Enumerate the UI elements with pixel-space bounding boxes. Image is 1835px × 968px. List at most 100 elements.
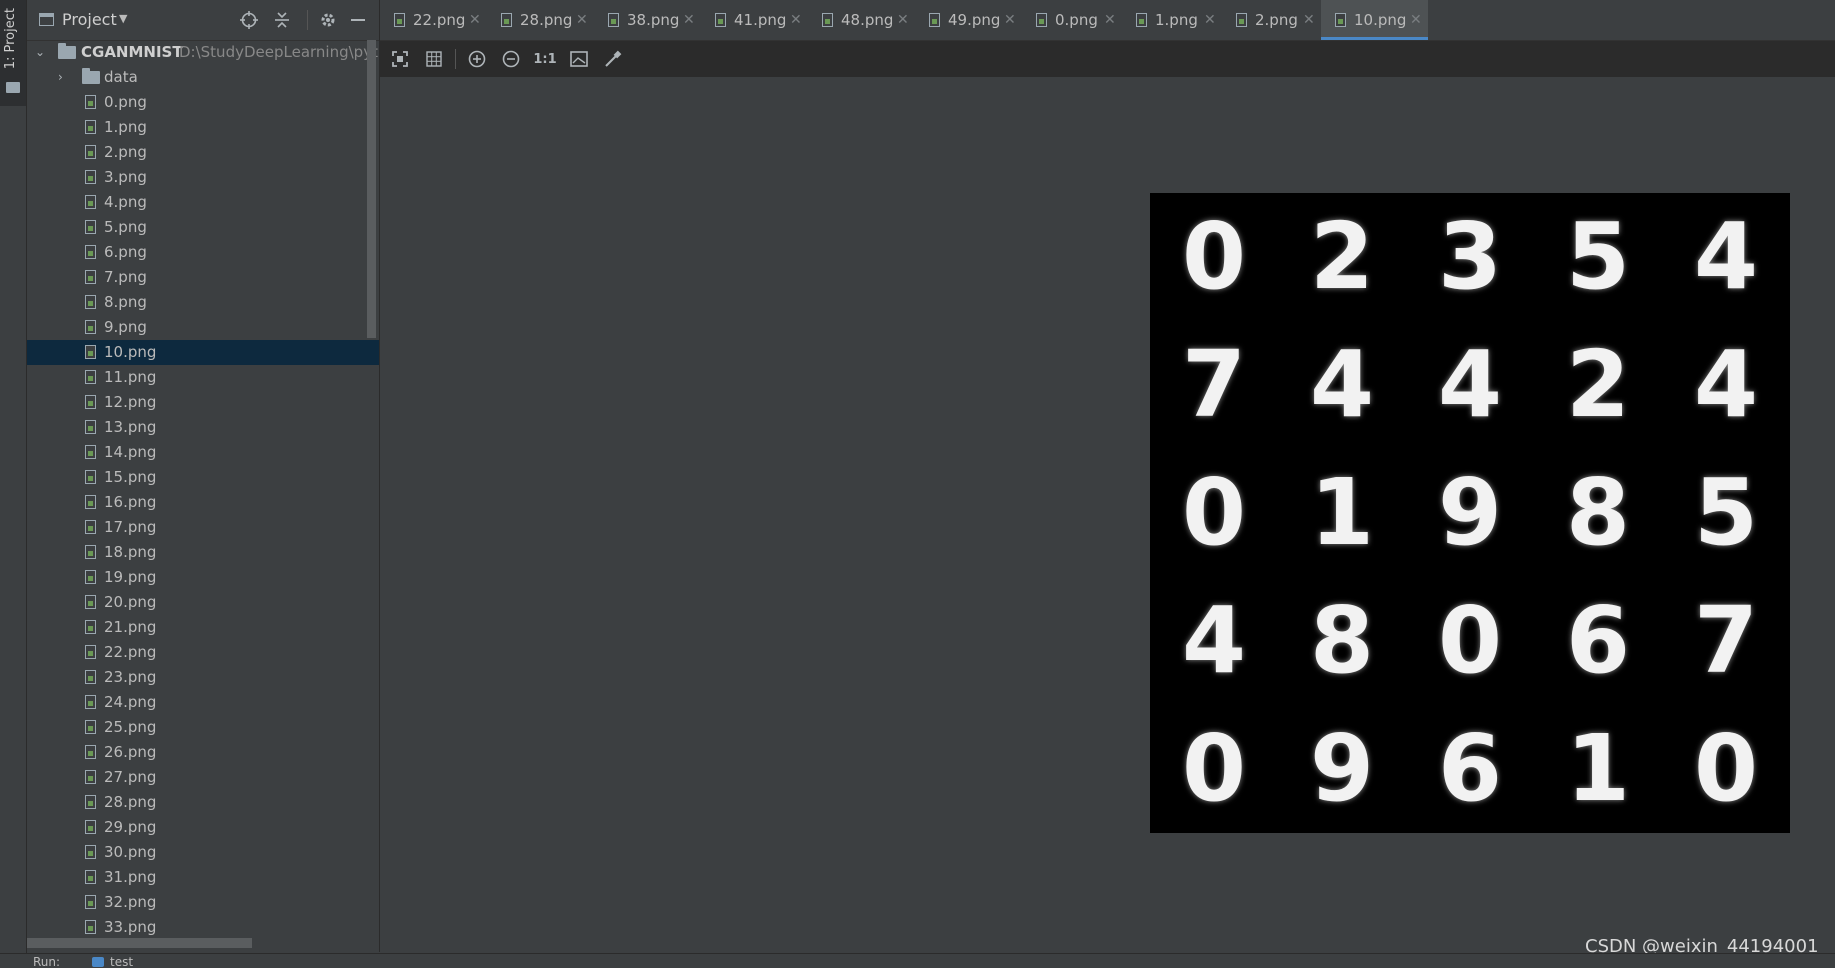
digit-cell: 0 bbox=[1150, 193, 1278, 321]
chevron-right-icon[interactable]: › bbox=[58, 65, 63, 90]
tree-file-row[interactable]: 31.png bbox=[27, 865, 379, 890]
editor-tab[interactable]: 48.png ✕ bbox=[808, 0, 915, 40]
editor-tab[interactable]: 38.png ✕ bbox=[594, 0, 701, 40]
tree-file-row[interactable]: 6.png bbox=[27, 240, 379, 265]
file-name: 1.png bbox=[104, 118, 147, 136]
editor-tab[interactable]: 2.png ✕ bbox=[1222, 0, 1321, 40]
file-name: 21.png bbox=[104, 618, 157, 636]
tree-file-row[interactable]: 26.png bbox=[27, 740, 379, 765]
tree-folder-row[interactable]: › data bbox=[27, 65, 379, 90]
tree-file-row[interactable]: 25.png bbox=[27, 715, 379, 740]
png-file-icon bbox=[85, 220, 96, 234]
horizontal-scrollbar[interactable] bbox=[27, 938, 252, 948]
tree-file-row[interactable]: 13.png bbox=[27, 415, 379, 440]
color-picker-icon[interactable] bbox=[600, 46, 626, 72]
close-icon[interactable]: ✕ bbox=[1410, 0, 1422, 40]
fit-zoom-icon[interactable] bbox=[387, 46, 413, 72]
tree-file-row[interactable]: 5.png bbox=[27, 215, 379, 240]
editor-tab[interactable]: 10.png ✕ bbox=[1321, 0, 1428, 40]
tree-file-row[interactable]: 14.png bbox=[27, 440, 379, 465]
close-icon[interactable]: ✕ bbox=[1204, 0, 1216, 40]
tree-file-row[interactable]: 2.png bbox=[27, 140, 379, 165]
locate-file-icon[interactable] bbox=[238, 9, 260, 31]
tree-file-row[interactable]: 10.png bbox=[27, 340, 379, 365]
png-file-icon bbox=[85, 870, 96, 884]
png-file-icon bbox=[85, 520, 96, 534]
tree-file-row[interactable]: 17.png bbox=[27, 515, 379, 540]
tree-file-row[interactable]: 24.png bbox=[27, 690, 379, 715]
header-divider bbox=[307, 10, 308, 30]
file-name: 14.png bbox=[104, 443, 157, 461]
tree-file-row[interactable]: 0.png bbox=[27, 90, 379, 115]
tree-file-row[interactable]: 21.png bbox=[27, 615, 379, 640]
png-file-icon bbox=[85, 620, 96, 634]
editor-tab[interactable]: 22.png ✕ bbox=[380, 0, 487, 40]
tree-file-row[interactable]: 1.png bbox=[27, 115, 379, 140]
collapse-all-icon[interactable] bbox=[271, 9, 293, 31]
tree-root-row[interactable]: ⌄ CGANMNIST D:\StudyDeepLearning\pytho bbox=[27, 40, 379, 65]
tree-file-row[interactable]: 28.png bbox=[27, 790, 379, 815]
editor-tab[interactable]: 1.png ✕ bbox=[1122, 0, 1222, 40]
editor-tab[interactable]: 41.png ✕ bbox=[701, 0, 808, 40]
digit-glyph: 4 bbox=[1693, 203, 1758, 310]
tree-file-row[interactable]: 19.png bbox=[27, 565, 379, 590]
file-name: 24.png bbox=[104, 693, 157, 711]
tree-file-row[interactable]: 32.png bbox=[27, 890, 379, 915]
close-icon[interactable]: ✕ bbox=[576, 0, 588, 40]
tree-file-row[interactable]: 23.png bbox=[27, 665, 379, 690]
png-file-icon bbox=[85, 320, 96, 334]
gear-icon[interactable] bbox=[317, 9, 339, 31]
close-icon[interactable]: ✕ bbox=[897, 0, 909, 40]
grid-icon[interactable] bbox=[421, 46, 447, 72]
background-icon[interactable] bbox=[566, 46, 592, 72]
tree-file-row[interactable]: 27.png bbox=[27, 765, 379, 790]
run-config-tab[interactable]: test bbox=[110, 955, 133, 968]
editor-tab[interactable]: 28.png ✕ bbox=[487, 0, 594, 40]
tree-file-row[interactable]: 12.png bbox=[27, 390, 379, 415]
vertical-scrollbar[interactable] bbox=[367, 40, 376, 338]
tree-file-row[interactable]: 15.png bbox=[27, 465, 379, 490]
tree-file-row[interactable]: 29.png bbox=[27, 815, 379, 840]
chevron-down-icon[interactable]: ▼ bbox=[119, 12, 127, 25]
digit-glyph: 2 bbox=[1565, 331, 1630, 438]
tree-file-row[interactable]: 20.png bbox=[27, 590, 379, 615]
tree-file-row[interactable]: 18.png bbox=[27, 540, 379, 565]
project-view-selector[interactable]: Project bbox=[62, 10, 117, 29]
digit-glyph: 4 bbox=[1437, 331, 1502, 438]
tree-file-row[interactable]: 9.png bbox=[27, 315, 379, 340]
close-icon[interactable]: ✕ bbox=[469, 0, 481, 40]
close-icon[interactable]: ✕ bbox=[683, 0, 695, 40]
close-icon[interactable]: ✕ bbox=[1104, 0, 1116, 40]
png-file-icon bbox=[85, 445, 96, 459]
digit-glyph: 4 bbox=[1693, 331, 1758, 438]
png-file-icon bbox=[1036, 13, 1047, 27]
tree-file-row[interactable]: 11.png bbox=[27, 365, 379, 390]
png-file-icon bbox=[85, 545, 96, 559]
close-icon[interactable]: ✕ bbox=[1004, 0, 1016, 40]
actual-size-icon[interactable]: 1:1 bbox=[532, 46, 558, 72]
close-icon[interactable]: ✕ bbox=[790, 0, 802, 40]
zoom-in-icon[interactable] bbox=[464, 46, 490, 72]
tree-file-row[interactable]: 7.png bbox=[27, 265, 379, 290]
editor-tab-bar: 22.png ✕ 28.png ✕ 38.png ✕ 41.png ✕ 48.png ✕ 49.pn… bbox=[380, 0, 1835, 41]
project-tool-button[interactable]: 1: Project bbox=[0, 0, 26, 106]
tree-file-row[interactable]: 4.png bbox=[27, 190, 379, 215]
file-name: 17.png bbox=[104, 518, 157, 536]
editor-tab[interactable]: 49.png ✕ bbox=[915, 0, 1022, 40]
close-icon[interactable]: ✕ bbox=[1303, 0, 1315, 40]
tree-file-row[interactable]: 16.png bbox=[27, 490, 379, 515]
tree-file-row[interactable]: 3.png bbox=[27, 165, 379, 190]
tree-file-row[interactable]: 30.png bbox=[27, 840, 379, 865]
digit-cell: 4 bbox=[1150, 577, 1278, 705]
tree-file-row[interactable]: 22.png bbox=[27, 640, 379, 665]
image-canvas[interactable]: 0235474424019854806709610 bbox=[380, 77, 1835, 952]
editor-tab[interactable]: 0.png ✕ bbox=[1022, 0, 1122, 40]
file-name: 19.png bbox=[104, 568, 157, 586]
chevron-down-icon[interactable]: ⌄ bbox=[35, 40, 45, 65]
tree-file-row[interactable]: 33.png bbox=[27, 915, 379, 940]
file-name: 13.png bbox=[104, 418, 157, 436]
tree-file-row[interactable]: 8.png bbox=[27, 290, 379, 315]
digit-glyph: 3 bbox=[1437, 203, 1502, 310]
zoom-out-icon[interactable] bbox=[498, 46, 524, 72]
minimize-icon[interactable] bbox=[347, 9, 369, 31]
